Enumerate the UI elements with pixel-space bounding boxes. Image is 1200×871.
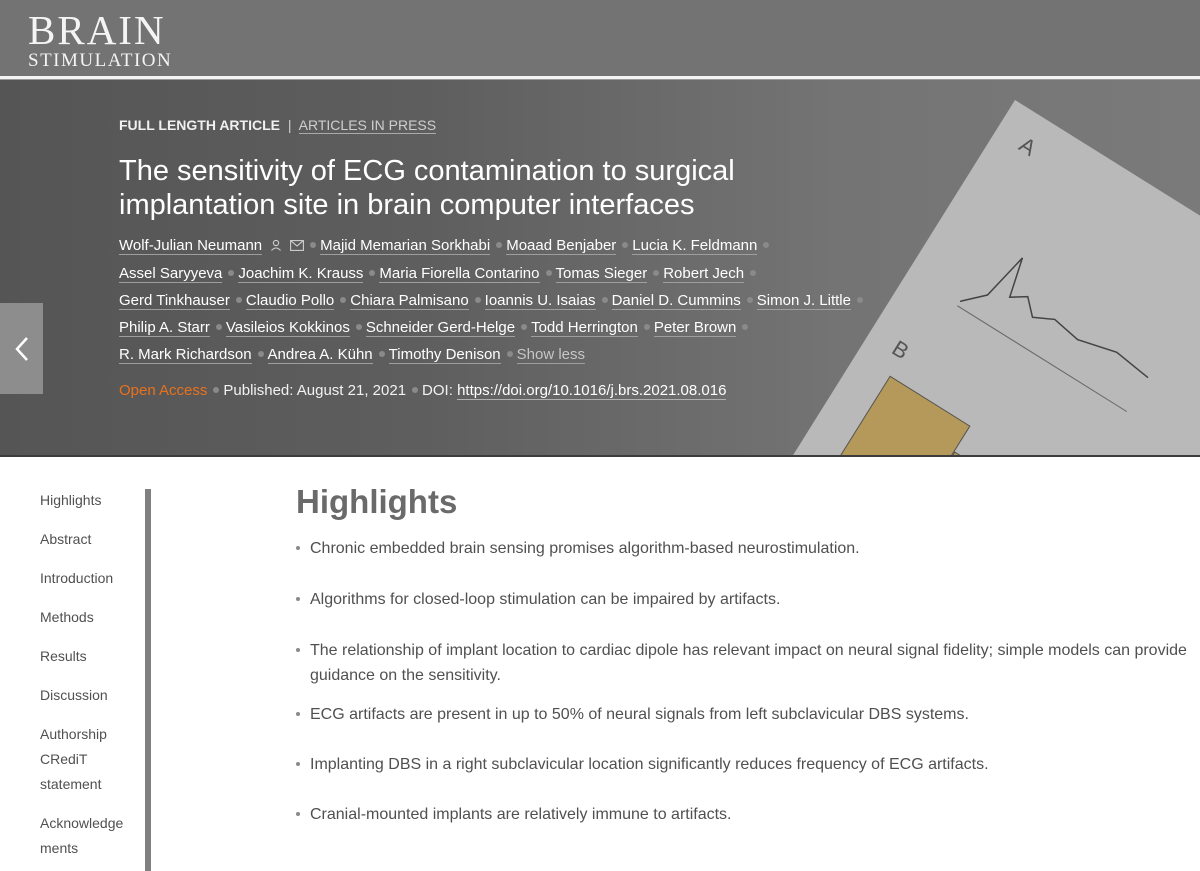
back-button[interactable] [0, 303, 43, 394]
toc-item-discussion[interactable]: Discussion [40, 683, 140, 708]
figure-trace [956, 257, 1149, 413]
toc-item-highlights[interactable]: Highlights [40, 488, 140, 513]
author-separator [856, 296, 863, 303]
toc-item-authorship[interactable]: Authorship CRediT statement [40, 722, 120, 797]
journal-header: BRAIN STIMULATION [0, 0, 1200, 76]
author-separator [474, 296, 481, 303]
hero-divider [0, 455, 1200, 457]
table-of-contents: Highlights Abstract Introduction Methods… [40, 488, 140, 871]
author-separator [228, 269, 235, 276]
author-separator [601, 296, 608, 303]
envelope-icon[interactable] [290, 233, 305, 260]
author-separator [643, 323, 650, 330]
author-link[interactable]: Gerd Tinkhauser [119, 291, 230, 310]
logo-line-1: BRAIN [28, 7, 166, 53]
author-separator [369, 269, 376, 276]
highlights-heading: Highlights [296, 483, 458, 520]
show-less-button[interactable]: Show less [516, 345, 586, 364]
article-meta: Open Access Published: August 21, 2021 DOI… [119, 381, 879, 400]
article-type-line: FULL LENGTH ARTICLE | ARTICLES IN PRESS [119, 116, 879, 134]
doi-link[interactable]: https://doi.org/10.1016/j.brs.2021.08.01… [457, 381, 727, 400]
article-title: The sensitivity of ECG contamination to … [119, 155, 735, 221]
author-separator [622, 242, 629, 249]
toc-item-results[interactable]: Results [40, 644, 140, 669]
author-list: Wolf-Julian Neumann Majid Memarian Sorkha… [119, 232, 879, 368]
toc-scrollbar[interactable] [145, 489, 151, 871]
author-link[interactable]: Robert Jech [663, 264, 745, 283]
author-link[interactable]: Schneider Gerd-Helge [365, 318, 516, 337]
meta-separator [412, 386, 419, 393]
author-link[interactable]: Claudio Pollo [245, 291, 335, 310]
author-link[interactable]: Philip A. Starr [119, 318, 210, 337]
author-separator [545, 269, 552, 276]
author-separator [340, 296, 347, 303]
author-separator [742, 323, 749, 330]
author-link[interactable]: Simon J. Little [756, 291, 851, 310]
toc-item-methods[interactable]: Methods [40, 605, 140, 630]
figure-panel-a-label: A [1014, 131, 1041, 161]
author-separator [215, 323, 222, 330]
author-separator [257, 350, 264, 357]
article-hero: A B FULL LENGTH ARTICLE | ARTICLES IN PR… [0, 80, 1200, 456]
author-link[interactable]: Peter Brown [653, 318, 737, 337]
author-link[interactable]: Lucia K. Feldmann [632, 237, 758, 255]
author-separator [506, 350, 513, 357]
figure-panel-b-label: B [887, 335, 914, 365]
separator: | [287, 117, 292, 133]
doi-label: DOI: [422, 381, 453, 399]
author-link[interactable]: Wolf-Julian Neumann [119, 237, 263, 255]
author-separator [521, 323, 528, 330]
author-link[interactable]: R. Mark Richardson [119, 345, 252, 364]
journal-logo[interactable]: BRAIN STIMULATION [28, 7, 173, 71]
toc-item-acknowledgements[interactable]: Acknowledgements [40, 811, 134, 861]
highlight-item: Algorithms for closed-loop stimulation c… [296, 587, 1196, 612]
author-link[interactable]: Majid Memarian Sorkhabi [320, 237, 491, 255]
author-link[interactable]: Timothy Denison [388, 345, 501, 364]
author-separator [750, 269, 757, 276]
chevron-left-icon [14, 336, 28, 361]
author-link[interactable]: Chiara Palmisano [350, 291, 469, 310]
toc-item-introduction[interactable]: Introduction [40, 566, 140, 591]
author-link[interactable]: Todd Herrington [531, 318, 638, 337]
published-date: Published: August 21, 2021 [223, 381, 407, 399]
author-link[interactable]: Joachim K. Krauss [238, 264, 364, 283]
author-link[interactable]: Assel Saryyeva [119, 264, 223, 283]
highlight-item: Implanting DBS in a right subclavicular … [296, 752, 1196, 777]
highlights-list: Chronic embedded brain sensing promises … [296, 536, 1196, 827]
author-separator [235, 296, 242, 303]
open-access-badge: Open Access [119, 381, 208, 399]
author-separator [746, 296, 753, 303]
author-link[interactable]: Maria Fiorella Contarino [379, 264, 540, 283]
article-body: Highlights Chronic embedded brain sensin… [296, 482, 1196, 827]
article-header: FULL LENGTH ARTICLE | ARTICLES IN PRESS … [119, 116, 879, 400]
logo-line-2: STIMULATION [28, 50, 173, 71]
person-icon[interactable] [270, 233, 282, 260]
author-separator [653, 269, 660, 276]
highlight-item: Chronic embedded brain sensing promises … [296, 536, 1196, 561]
toc-item-abstract[interactable]: Abstract [40, 527, 140, 552]
author-separator [355, 323, 362, 330]
highlight-item: The relationship of implant location to … [296, 638, 1196, 688]
highlight-item: ECG artifacts are present in up to 50% o… [296, 702, 1196, 727]
author-separator [763, 242, 770, 249]
author-link[interactable]: Andrea A. Kühn [267, 345, 373, 364]
author-separator [496, 242, 503, 249]
author-link[interactable]: Moaad Benjaber [506, 237, 617, 255]
author-separator [378, 350, 385, 357]
author-link[interactable]: Daniel D. Cummins [611, 291, 741, 310]
highlight-item: Cranial-mounted implants are relatively … [296, 802, 1196, 827]
articles-in-press-link[interactable]: ARTICLES IN PRESS [298, 117, 437, 134]
author-separator [310, 242, 317, 249]
author-link[interactable]: Ioannis U. Isaias [484, 291, 596, 310]
meta-separator [213, 386, 220, 393]
article-type: FULL LENGTH ARTICLE [119, 117, 280, 133]
author-link[interactable]: Tomas Sieger [555, 264, 648, 283]
author-link[interactable]: Vasileios Kokkinos [225, 318, 350, 337]
